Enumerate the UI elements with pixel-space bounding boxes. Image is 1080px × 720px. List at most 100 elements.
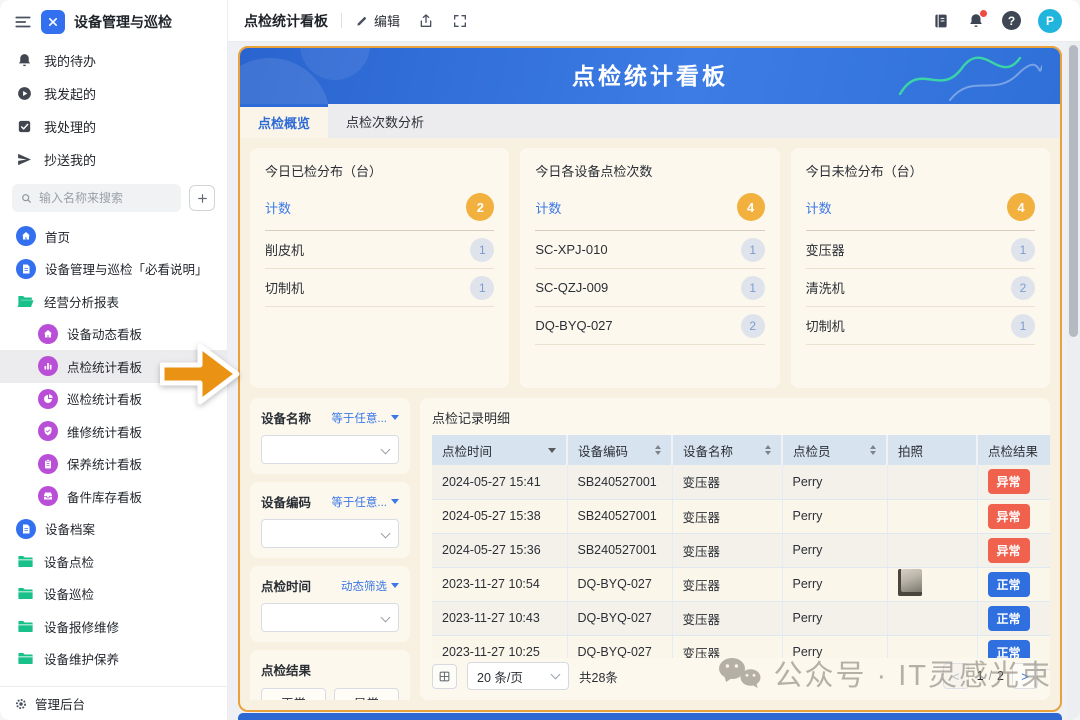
tab-inspection-count-analysis[interactable]: 点检次数分析 (328, 104, 442, 138)
count-row: 计数 4 (806, 188, 1035, 231)
sidebar-item-cc-to-me[interactable]: 抄送我的 (0, 143, 227, 176)
sidebar-item-label: 设备管理与巡检「必看说明」 (45, 259, 208, 278)
cell-inspector-link[interactable]: Perry (782, 601, 887, 635)
sidebar-item-device-patrol[interactable]: 设备巡检 (0, 578, 227, 611)
tab-inspection-overview[interactable]: 点检概览 (240, 104, 328, 138)
sort-icon[interactable] (870, 445, 876, 455)
count-label[interactable]: 计数 (265, 198, 291, 217)
prev-page-button[interactable]: < (943, 663, 969, 689)
help-icon[interactable]: ? (1002, 11, 1021, 30)
pie-chart-icon (38, 389, 58, 409)
sidebar-item-maintenance-stats-board[interactable]: 保养统计看板 (0, 448, 227, 481)
stat-row: SC-XPJ-010 1 (535, 231, 764, 269)
photo-thumbnail[interactable] (898, 569, 922, 596)
bar-chart-icon (38, 356, 58, 376)
device-code-select[interactable] (261, 519, 399, 548)
sidebar-item-readme[interactable]: 设备管理与巡检「必看说明」 (0, 253, 227, 286)
sidebar-item-spare-parts-board[interactable]: 备件库存看板 (0, 480, 227, 513)
hamburger-menu-icon[interactable] (14, 13, 32, 31)
count-label[interactable]: 计数 (806, 198, 832, 217)
count-label[interactable]: 计数 (535, 198, 561, 217)
sidebar-item-my-handled[interactable]: 我处理的 (0, 110, 227, 143)
sidebar-item-my-initiated[interactable]: 我发起的 (0, 77, 227, 110)
sidebar-item-home[interactable]: 首页 (0, 220, 227, 253)
result-filter-normal-button[interactable]: 正常 (261, 688, 326, 700)
sidebar-item-label: 设备档案 (45, 519, 95, 538)
edit-button[interactable]: 编辑 (355, 11, 400, 30)
caret-down-icon (391, 415, 399, 420)
scrollbar-track[interactable] (1067, 42, 1080, 720)
filter-operator[interactable]: 等于任意... (331, 410, 399, 426)
filter-operator[interactable]: 等于任意... (331, 494, 399, 510)
sidebar-item-device-repair[interactable]: 设备报修维修 (0, 610, 227, 643)
cell-inspector-link[interactable]: Perry (782, 567, 887, 601)
notifications-bell-icon[interactable] (967, 12, 985, 30)
sidebar-item-analysis-reports[interactable]: 经营分析报表 (0, 285, 227, 318)
page-size-select[interactable]: 20 条/页 (467, 662, 569, 690)
sidebar-item-label: 设备动态看板 (67, 324, 142, 343)
sidebar-item-repair-stats-board[interactable]: 维修统计看板 (0, 415, 227, 448)
col-header-photo[interactable]: 拍照 (887, 435, 977, 465)
cell-result: 正常 (977, 567, 1050, 601)
sidebar-item-my-todo[interactable]: 我的待办 (0, 44, 227, 77)
search-input[interactable] (39, 191, 173, 205)
sidebar-item-label: 备件库存看板 (67, 487, 142, 506)
col-header-inspector[interactable]: 点检员 (782, 435, 887, 465)
folder-icon (16, 617, 35, 636)
next-page-button[interactable]: > (1012, 663, 1038, 689)
filter-operator[interactable]: 动态筛选 (341, 578, 399, 594)
cell-name: 变压器 (672, 601, 782, 635)
table-view-toggle-button[interactable] (432, 664, 457, 689)
sort-icon[interactable] (765, 445, 771, 455)
stat-card-title: 今日已检分布（台） (265, 161, 494, 180)
annotation-arrow-icon (160, 338, 240, 410)
pencil-icon (355, 14, 369, 28)
journal-icon[interactable] (932, 12, 950, 30)
sort-icon[interactable] (655, 445, 661, 455)
filter-column: 设备名称 等于任意... 设备编码 等于任意... (250, 398, 410, 700)
col-header-name[interactable]: 设备名称 (672, 435, 782, 465)
bell-icon (16, 52, 33, 69)
cell-code: SB240527001 (567, 465, 672, 499)
sidebar-item-device-maintenance[interactable]: 设备维护保养 (0, 643, 227, 676)
device-name-select[interactable] (261, 435, 399, 464)
col-header-result[interactable]: 点检结果 (977, 435, 1050, 465)
status-badge[interactable]: 正常 (988, 606, 1030, 631)
send-icon (16, 151, 33, 168)
cell-photo (887, 601, 977, 635)
admin-backend-button[interactable]: 管理后台 (0, 686, 227, 720)
search-box[interactable] (12, 184, 181, 212)
total-count-label: 共28条 (579, 667, 618, 686)
count-badge: 2 (466, 193, 494, 221)
fullscreen-icon[interactable] (452, 13, 468, 29)
status-badge[interactable]: 异常 (988, 504, 1030, 529)
col-header-time[interactable]: 点检时间 (432, 435, 567, 465)
filter-label: 点检时间 (261, 576, 311, 595)
page-title: 点检统计看板 (244, 11, 328, 31)
app-logo-icon (41, 10, 65, 34)
inspection-time-select[interactable] (261, 603, 399, 632)
cell-inspector-link[interactable]: Perry (782, 465, 887, 499)
sidebar-item-device-inspection[interactable]: 设备点检 (0, 545, 227, 578)
stat-card-device-check-counts: 今日各设备点检次数 计数 4 SC-XPJ-010 1 SC-QZJ-009 1 (520, 148, 779, 388)
result-filter-abnormal-button[interactable]: 异常 (334, 688, 399, 700)
sidebar-item-label: 设备维护保养 (44, 649, 119, 668)
cell-photo (887, 533, 977, 567)
sidebar-item-label: 设备点检 (44, 552, 94, 571)
sidebar-item-label: 设备报修维修 (44, 617, 119, 636)
user-avatar[interactable]: P (1038, 9, 1062, 33)
status-badge[interactable]: 异常 (988, 469, 1030, 494)
status-badge[interactable]: 正常 (988, 572, 1030, 597)
folder-open-icon (16, 292, 35, 311)
cell-inspector-link[interactable]: Perry (782, 533, 887, 567)
add-button[interactable] (189, 185, 215, 211)
status-badge[interactable]: 异常 (988, 538, 1030, 563)
sidebar-header: 设备管理与巡检 (0, 0, 227, 44)
sidebar-item-device-archive[interactable]: 设备档案 (0, 513, 227, 546)
cell-inspector-link[interactable]: Perry (782, 499, 887, 533)
cell-result: 正常 (977, 601, 1050, 635)
share-export-icon[interactable] (418, 13, 434, 29)
col-header-code[interactable]: 设备编码 (567, 435, 672, 465)
scrollbar-thumb[interactable] (1069, 45, 1078, 337)
sort-desc-icon[interactable] (548, 448, 556, 453)
